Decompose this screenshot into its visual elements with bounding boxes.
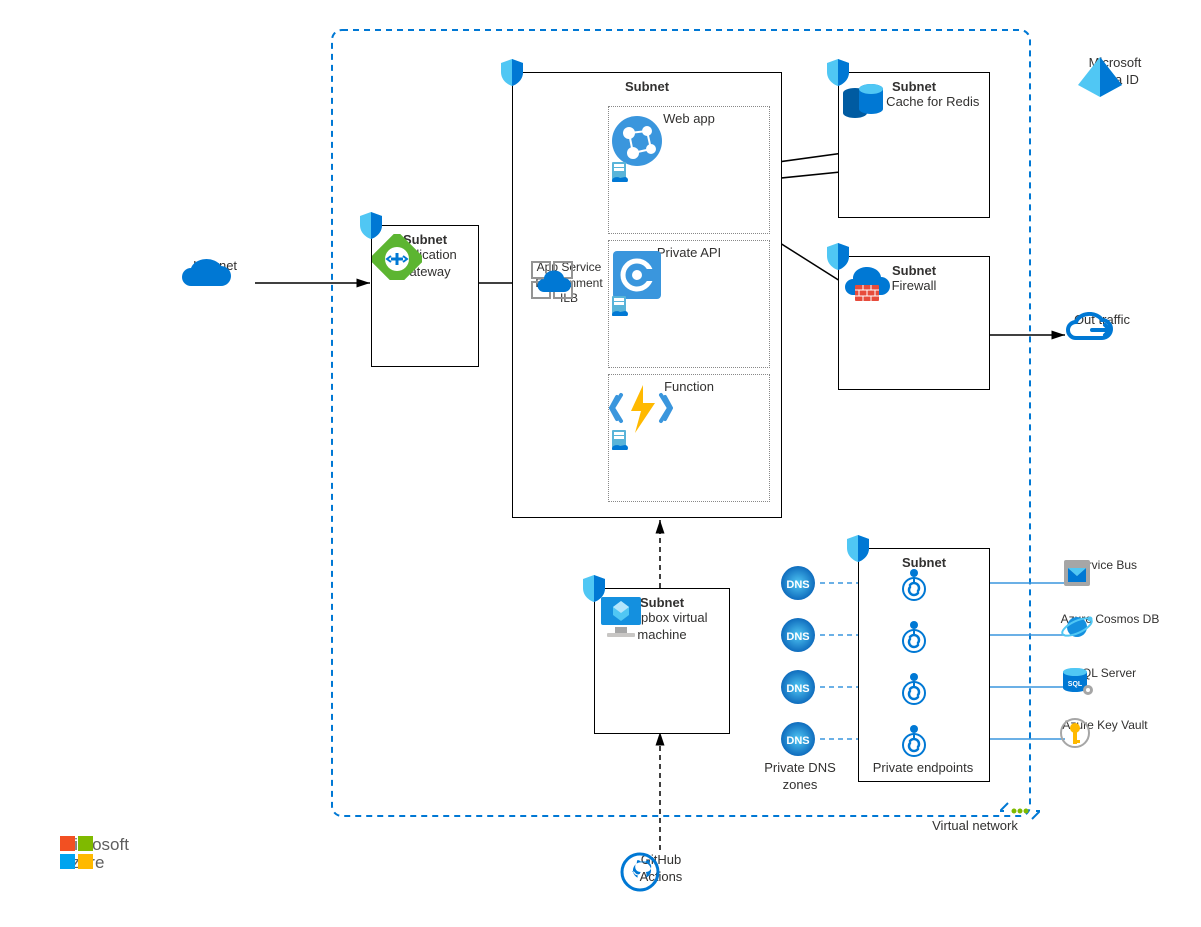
dns-icon: DNS <box>780 669 816 705</box>
svg-text:DNS: DNS <box>786 631 809 643</box>
shield-icon <box>845 533 871 563</box>
svg-text:DNS: DNS <box>786 735 809 747</box>
private-endpoint-icon <box>896 669 932 705</box>
cosmos-db-node: Azure Cosmos DB <box>1060 612 1160 628</box>
shield-icon <box>358 210 384 240</box>
entra-id-icon <box>1075 55 1125 99</box>
dns-icon: DNS <box>780 617 816 653</box>
microsoft-azure-logo: Microsoft Azure <box>60 836 129 872</box>
service-bus-node: Service Bus <box>1060 558 1150 574</box>
app-gateway-icon <box>372 234 422 280</box>
subnet-jumpbox: Subnet Jumpbox virtual machine <box>594 588 730 734</box>
private-endpoints-label: Private endpoints <box>860 760 986 777</box>
server-icon <box>610 160 628 182</box>
cosmos-db-icon <box>1060 612 1094 642</box>
cloud-arrow-icon <box>1062 312 1118 352</box>
entra-id-node: Microsoft Entra ID <box>1075 55 1155 89</box>
shield-icon <box>581 573 607 603</box>
private-api-box: Private API <box>608 240 770 368</box>
shield-icon <box>825 57 851 87</box>
virtual-network-icon <box>1000 802 1040 820</box>
github-icon <box>620 852 660 892</box>
shield-icon <box>825 241 851 271</box>
dns-icon: DNS <box>780 721 816 757</box>
server-icon <box>610 294 628 316</box>
svg-text:DNS: DNS <box>786 683 809 695</box>
function-icon <box>609 381 673 435</box>
svg-text:SQL: SQL <box>1068 681 1083 688</box>
key-vault-node: Azure Key Vault <box>1060 718 1150 734</box>
server-icon <box>610 428 628 450</box>
github-actions-node: GitHub Actions <box>620 852 702 886</box>
private-dns-label: Private DNS zones <box>760 760 840 794</box>
subnet-firewall: Subnet Firewall <box>838 256 990 390</box>
service-bus-icon <box>1060 558 1094 588</box>
sql-server-node: SQL SQL Server <box>1060 666 1150 682</box>
svg-text:DNS: DNS <box>786 579 809 591</box>
subnet-title: Subnet <box>513 73 781 94</box>
private-endpoint-icon <box>896 565 932 601</box>
microsoft-logo-icon <box>60 836 94 870</box>
ase-ilb-node: App Service Environment ILB <box>530 260 608 307</box>
cloud-icon <box>175 258 235 296</box>
ase-icon <box>530 260 574 300</box>
dns-icon: DNS <box>780 565 816 601</box>
private-endpoint-icon <box>896 617 932 653</box>
firewall-icon <box>839 265 891 307</box>
shield-icon <box>499 57 525 87</box>
out-traffic-node: Out traffic <box>1062 312 1142 329</box>
key-vault-icon <box>1060 718 1090 750</box>
function-box: Function <box>608 374 770 502</box>
private-endpoint-icon <box>896 721 932 757</box>
virtual-network-label: Virtual network <box>920 818 1030 835</box>
webapp-box: Web app <box>608 106 770 234</box>
subnet-appgateway: Subnet Application Gateway <box>371 225 479 367</box>
sql-server-icon: SQL <box>1060 666 1094 698</box>
subnet-redis: Subnet Azure Cache for Redis <box>838 72 990 218</box>
internet-node: Internet <box>175 258 255 275</box>
